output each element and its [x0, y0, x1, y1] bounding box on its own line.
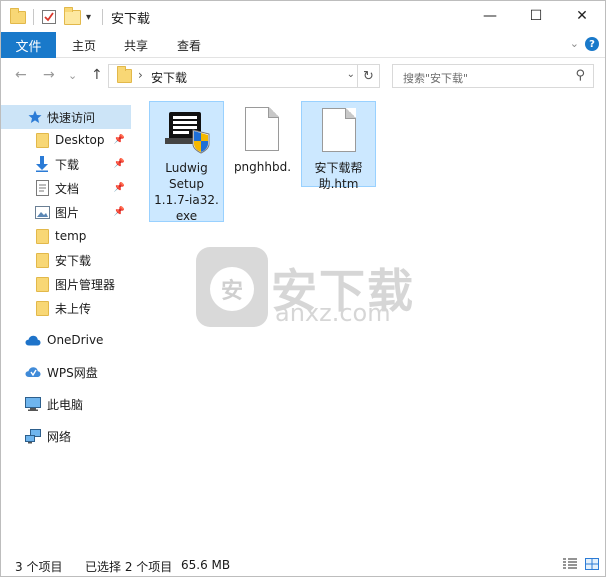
- file-list: Ludwig Setup 1.1.7-ia32. exe pnghhbd. 安下…: [139, 93, 605, 547]
- status-bar: 3 个项目 已选择 2 个项目 65.6 MB: [1, 553, 605, 577]
- sidebar-item-label: Desktop: [55, 133, 105, 147]
- tab-file[interactable]: 文件: [1, 32, 56, 58]
- file-name-line: Setup: [169, 177, 204, 191]
- file-name-line: pnghhbd.: [233, 160, 292, 174]
- sidebar-item-documents[interactable]: 文档 📌: [1, 176, 131, 200]
- sidebar-item-label: 此电脑: [47, 397, 84, 412]
- new-folder-icon[interactable]: [64, 6, 81, 27]
- sidebar-item-label: temp: [55, 229, 87, 243]
- computer-icon: [25, 396, 41, 412]
- cloud-icon: [25, 332, 41, 348]
- pin-icon[interactable]: 📌: [114, 207, 125, 217]
- sidebar-item-pictures[interactable]: 图片 📌: [1, 200, 131, 224]
- folder-icon: [34, 132, 50, 148]
- search-box[interactable]: 搜索"安下载" ⚲: [392, 64, 594, 88]
- address-bar[interactable]: › 安下载 ⌄ ↻: [108, 64, 380, 88]
- file-name-line: 1.1.7-ia32.: [154, 193, 219, 207]
- customize-quick-access-icon[interactable]: ▾: [86, 7, 91, 27]
- star-icon: [27, 109, 43, 125]
- breadcrumb-chevron-icon[interactable]: ›: [138, 68, 143, 82]
- selection-size: 65.6 MB: [181, 558, 231, 572]
- folder-icon: [34, 276, 50, 292]
- properties-icon[interactable]: [41, 7, 57, 27]
- blank-file-icon: [322, 108, 356, 152]
- recent-locations-icon[interactable]: ⌄: [68, 69, 77, 82]
- divider: [33, 9, 34, 25]
- folder-icon: [34, 300, 50, 316]
- sidebar-item-label: 下载: [55, 157, 80, 172]
- folder-icon: [34, 228, 50, 244]
- file-name-line: 助.htm: [318, 177, 359, 191]
- file-item-anxz-help[interactable]: 安下载帮 助.htm: [301, 101, 376, 191]
- window-title: 安下载: [111, 12, 151, 27]
- ribbon-tabs: 文件 主页 共享 查看 ⌄ ?: [1, 32, 605, 58]
- search-icon[interactable]: ⚲: [575, 68, 585, 83]
- sidebar-item-label: 网络: [47, 429, 72, 444]
- title-bar: ▾ 安下载 — ☐ ✕: [1, 1, 605, 32]
- sidebar-item-label: 图片: [55, 205, 80, 220]
- minimize-button[interactable]: —: [467, 1, 513, 31]
- folder-icon: [117, 66, 132, 83]
- pin-icon[interactable]: 📌: [114, 135, 125, 145]
- sidebar-item-wps-drive[interactable]: WPS网盘: [1, 360, 131, 384]
- sidebar-item-label: 文档: [55, 181, 80, 196]
- file-name-line: Ludwig: [165, 161, 208, 175]
- explorer-window: ▾ 安下载 — ☐ ✕ 文件 主页 共享 查看 ⌄ ? ← → ⌄ ↑ › 安下…: [0, 0, 606, 577]
- sidebar-item-quick-access[interactable]: 快速访问: [1, 105, 131, 129]
- close-button[interactable]: ✕: [559, 1, 605, 31]
- sidebar-item-label: 未上传: [55, 301, 92, 316]
- tab-share[interactable]: 共享: [124, 32, 148, 58]
- blank-file-icon: [245, 107, 279, 151]
- pin-icon[interactable]: 📌: [114, 159, 125, 169]
- sidebar-item-desktop[interactable]: Desktop 📌: [1, 128, 131, 152]
- tab-view[interactable]: 查看: [177, 32, 201, 58]
- network-icon: [25, 428, 41, 444]
- file-name-line: 安下载帮: [314, 161, 363, 175]
- sidebar-item-label: OneDrive: [47, 333, 104, 347]
- sidebar-item-anxz[interactable]: 安下载: [1, 248, 131, 272]
- sidebar-item-not-uploaded[interactable]: 未上传: [1, 296, 131, 320]
- maximize-button[interactable]: ☐: [513, 1, 559, 31]
- sidebar-item-temp[interactable]: temp: [1, 224, 131, 248]
- installer-icon: [165, 110, 211, 157]
- sidebar-item-label: 快速访问: [47, 110, 96, 125]
- expand-ribbon-icon[interactable]: ⌄: [570, 37, 579, 50]
- file-item-ludwig-setup[interactable]: Ludwig Setup 1.1.7-ia32. exe: [149, 101, 224, 223]
- file-name-line: exe: [175, 209, 198, 223]
- refresh-icon[interactable]: ↻: [357, 65, 379, 87]
- sidebar-item-this-pc[interactable]: 此电脑: [1, 392, 131, 416]
- breadcrumb[interactable]: 安下载: [151, 69, 187, 86]
- large-icons-view-icon[interactable]: [585, 558, 599, 570]
- details-view-icon[interactable]: [563, 558, 577, 570]
- sidebar-item-downloads[interactable]: 下载 📌: [1, 152, 131, 176]
- selection-count: 已选择 2 个项目: [85, 560, 173, 574]
- pin-icon[interactable]: 📌: [114, 183, 125, 193]
- item-count: 3 个项目: [15, 560, 63, 574]
- file-item-pnghhbd[interactable]: pnghhbd.: [225, 101, 300, 181]
- pictures-icon: [34, 204, 50, 220]
- folder-icon: [34, 252, 50, 268]
- sidebar-item-onedrive[interactable]: OneDrive: [1, 328, 131, 352]
- document-icon: [34, 180, 50, 196]
- forward-arrow-icon[interactable]: →: [43, 67, 55, 83]
- back-arrow-icon[interactable]: ←: [15, 67, 27, 83]
- download-icon: [34, 156, 50, 172]
- tab-home[interactable]: 主页: [72, 32, 96, 58]
- app-folder-icon: [10, 7, 26, 27]
- wps-cloud-icon: [25, 364, 41, 380]
- sidebar-item-image-manager[interactable]: 图片管理器: [1, 272, 131, 296]
- search-input[interactable]: 搜索"安下载": [403, 70, 468, 86]
- navigation-bar: ← → ⌄ ↑ › 安下载 ⌄ ↻ 搜索"安下载" ⚲: [1, 59, 605, 93]
- sidebar-item-label: WPS网盘: [47, 365, 98, 380]
- address-dropdown-icon[interactable]: ⌄: [347, 69, 355, 80]
- divider: [102, 9, 103, 25]
- sidebar-item-label: 图片管理器: [55, 277, 116, 292]
- up-arrow-icon[interactable]: ↑: [91, 67, 103, 83]
- sidebar-item-network[interactable]: 网络: [1, 424, 131, 448]
- sidebar-item-label: 安下载: [55, 253, 92, 268]
- navigation-pane: 快速访问 Desktop 📌 下载 📌 文档 📌 图片 📌 temp 安下载 图…: [1, 97, 139, 547]
- help-icon[interactable]: ?: [585, 37, 599, 51]
